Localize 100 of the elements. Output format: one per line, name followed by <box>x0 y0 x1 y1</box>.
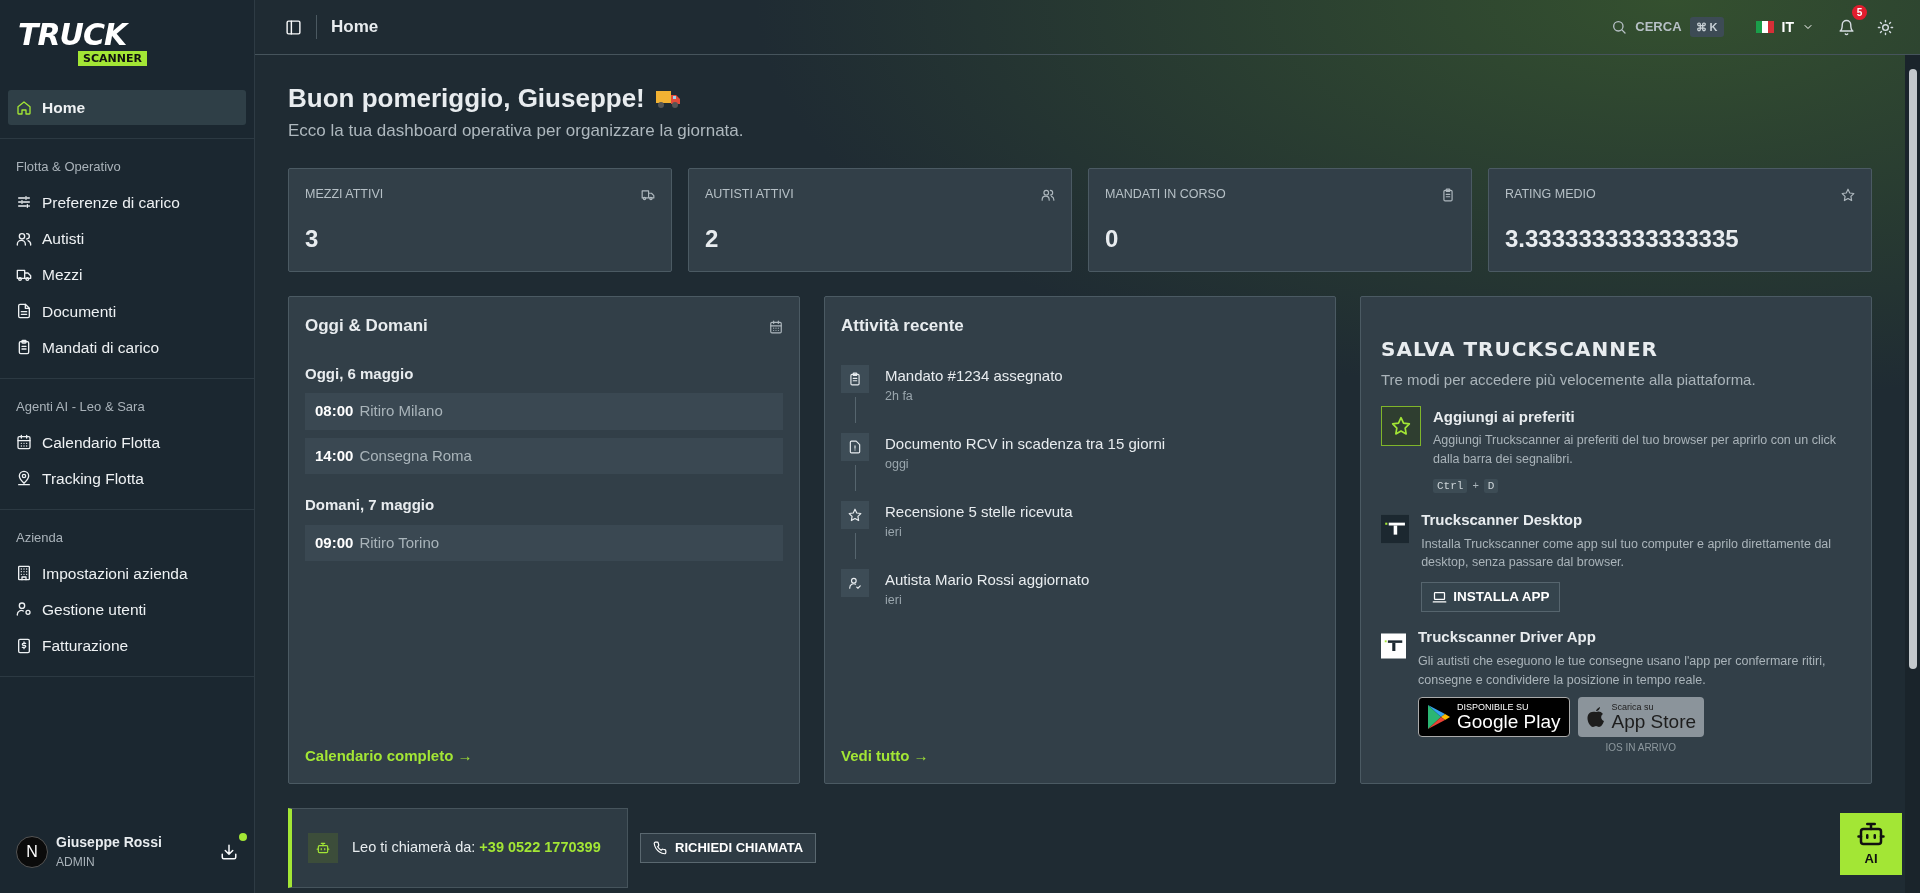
user-name: Giuseppe Rossi <box>56 833 162 852</box>
keyboard-key: Ctrl <box>1433 478 1468 493</box>
request-call-button[interactable]: RICHIEDI CHIAMATA <box>640 833 817 863</box>
keyboard-key: D <box>1483 478 1499 493</box>
day-heading: Oggi, 6 maggio <box>305 363 415 384</box>
stat-value: 0 <box>1105 224 1120 255</box>
sidebar-item[interactable]: Documenti <box>8 293 246 329</box>
section-heading: Flotta & Operativo <box>15 158 122 177</box>
sidebar-item[interactable]: Tracking Flotta <box>8 460 246 496</box>
star-icon <box>848 507 862 522</box>
store-note: IOS IN ARRIVO <box>1604 741 1678 756</box>
logo-tag: SCANNER <box>78 51 147 66</box>
laptop-icon <box>1432 589 1448 605</box>
user-avatar[interactable]: N <box>16 835 48 868</box>
sidebar-item[interactable]: Calendario Flotta <box>8 424 246 460</box>
search-icon <box>1611 19 1628 35</box>
agenda-event[interactable]: 08:00 Ritiro Milano <box>305 393 783 430</box>
activity-title: Documento RCV in scadenza tra 15 giorni <box>885 433 1166 454</box>
stat-label: MEZZI ATTIVI <box>305 185 384 203</box>
sidebar-item[interactable]: Preferenze di carico <box>8 184 246 220</box>
shortcut-hint: ⌘ K <box>1689 16 1724 38</box>
sidebar-item[interactable]: Fatturazione <box>8 628 246 664</box>
notification-count: 5 <box>1852 5 1867 20</box>
greeting-subtitle: Ecco la tua dashboard operativa per organizzare la giornata. <box>288 120 745 143</box>
see-all-link[interactable]: Vedi tutto → <box>841 744 929 768</box>
users-icon <box>1041 187 1055 202</box>
card-title: Attività recente <box>841 315 965 338</box>
card-subtitle: Tre modi per accedere più velocemente alla piattaforma. <box>1381 370 1757 391</box>
sidebar-item[interactable]: Impostazioni azienda <box>8 555 246 591</box>
stat-label: AUTISTI ATTIVI <box>705 185 794 203</box>
page-title: Home <box>331 16 379 39</box>
truck-icon <box>641 187 655 202</box>
apple-icon <box>1585 705 1606 730</box>
clipboard-icon <box>848 371 862 386</box>
play-triangle-icon <box>1427 704 1451 731</box>
download-icon <box>220 843 238 862</box>
clipboard-icon <box>16 339 32 356</box>
day-heading: Domani, 7 maggio <box>305 495 436 516</box>
users-icon <box>16 230 32 247</box>
sun-icon <box>1877 19 1894 37</box>
key-separator: + <box>1472 478 1479 491</box>
user-role: ADMIN <box>56 854 96 871</box>
ai-assistant-button[interactable]: AI <box>1840 813 1902 875</box>
install-app-button[interactable]: INSTALLA APP <box>1421 582 1561 613</box>
activity-title: Recensione 5 stelle ricevuta <box>885 501 1073 522</box>
activity-time: ieri <box>885 524 903 542</box>
stat-value: 3.3333333333333335 <box>1505 224 1740 255</box>
card-title: Oggi & Domani <box>305 315 428 338</box>
flag-icon <box>1755 21 1774 33</box>
star-icon <box>1391 415 1411 436</box>
sidebar-item[interactable]: Autisti <box>8 221 246 257</box>
activity-time: oggi <box>885 456 910 474</box>
search-button[interactable]: CERCA ⌘ K <box>1605 15 1730 39</box>
activity-time: ieri <box>885 592 903 610</box>
language-selector[interactable]: IT <box>1749 15 1820 39</box>
stat-label: RATING MEDIO <box>1505 185 1596 203</box>
document-icon <box>16 303 32 320</box>
option-description: Aggiungi Truckscanner ai preferiti del tuo browser per aprirlo con un click dalla barra dei segnalibri. <box>1433 432 1837 468</box>
phone-icon <box>653 841 667 856</box>
scrollbar[interactable] <box>1905 55 1920 893</box>
user-cog-icon <box>16 601 32 618</box>
call-info-text: Leo ti chiamerà da: +39 0522 1770399 <box>352 838 601 858</box>
sidebar-item[interactable]: Gestione utenti <box>8 591 246 627</box>
star-icon <box>1841 187 1855 202</box>
stat-value: 3 <box>305 224 320 255</box>
agenda-event[interactable]: 09:00 Ritiro Torino <box>305 524 783 562</box>
stat-value: 2 <box>705 224 720 255</box>
section-heading: Agenti AI - Leo & Sara <box>15 398 146 416</box>
house-icon <box>16 99 32 116</box>
option-title: Aggiungi ai preferiti <box>1433 406 1576 427</box>
calendar-icon <box>16 434 32 451</box>
card-title: SALVA TRUCKSCANNER <box>1381 339 1659 360</box>
activity-time: 2h fa <box>885 388 914 406</box>
activity-title: Mandato #1234 assegnato <box>885 365 1063 386</box>
calendar-icon <box>769 319 783 334</box>
activity-title: Autista Mario Rossi aggiornato <box>885 569 1090 590</box>
robot-glyph-icon <box>316 841 330 856</box>
sidebar-item[interactable]: Mezzi <box>8 257 246 293</box>
option-title: Truckscanner Desktop <box>1421 510 1584 531</box>
option-title: Truckscanner Driver App <box>1418 627 1597 648</box>
document-alert-icon <box>848 439 862 454</box>
sliders-icon <box>16 194 32 211</box>
option-description: Installa Truckscanner come app sul tuo computer e aprilo direttamente dal desktop, senza passare dal browser. <box>1421 535 1833 572</box>
agenda-event[interactable]: 14:00 Consegna Roma <box>305 437 783 475</box>
sidebar-item[interactable]: Home <box>8 90 246 126</box>
calendar-link[interactable]: Calendario completo → <box>305 744 473 768</box>
panel-toggle-icon <box>285 19 302 37</box>
app-store-badge[interactable]: Scarica su App Store <box>1577 697 1705 738</box>
google-play-badge[interactable]: DISPONIBILE SU Google Play <box>1418 697 1570 738</box>
status-dot <box>239 833 247 842</box>
building-icon <box>16 565 32 582</box>
user-check-icon <box>848 575 862 590</box>
location-pin-icon <box>16 470 32 487</box>
clipboard-icon <box>1441 187 1455 202</box>
option-description: Gli autisti che eseguono le tue consegne usano l'app per confermare ritiri, consegne e condividere la posizione in tempo reale. <box>1418 652 1827 689</box>
sidebar-item[interactable]: Mandati di carico <box>8 329 246 365</box>
stat-label: MANDATI IN CORSO <box>1105 185 1226 203</box>
section-heading: Azienda <box>15 529 64 547</box>
bell-icon <box>1838 19 1855 37</box>
receipt-icon <box>16 637 32 654</box>
